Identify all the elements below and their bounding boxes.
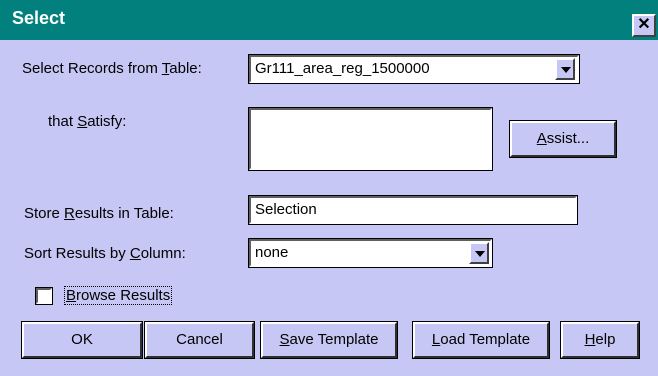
load-template-button[interactable]: Load Template bbox=[412, 321, 550, 359]
expression-input[interactable] bbox=[248, 107, 493, 171]
dialog-title: Select bbox=[12, 8, 66, 28]
cancel-button[interactable]: Cancel bbox=[144, 321, 255, 359]
sort-dropdown-button[interactable] bbox=[469, 242, 489, 264]
select-dialog: Select ✕ Select Records from Table: Gr11… bbox=[0, 0, 658, 376]
ok-button[interactable]: OK bbox=[21, 321, 143, 359]
save-template-button[interactable]: Save Template bbox=[260, 321, 398, 359]
store-results-value: Selection bbox=[255, 201, 317, 218]
help-button[interactable]: Help bbox=[560, 321, 640, 359]
assist-button[interactable]: Assist... bbox=[509, 120, 617, 158]
close-button[interactable]: ✕ bbox=[632, 14, 656, 37]
sort-column-select[interactable]: none bbox=[248, 238, 493, 268]
table-select-value: Gr111_area_reg_1500000 bbox=[255, 60, 430, 77]
browse-results-label[interactable]: Browse Results bbox=[64, 286, 173, 305]
sort-results-label: Sort Results by Column: bbox=[24, 245, 186, 262]
table-dropdown-button[interactable] bbox=[555, 58, 575, 80]
store-results-label: Store Results in Table: bbox=[24, 205, 174, 222]
select-records-label: Select Records from Table: bbox=[22, 60, 202, 77]
title-bar[interactable]: Select ✕ bbox=[0, 0, 658, 40]
close-icon: ✕ bbox=[637, 16, 651, 33]
satisfy-label: that Satisfy: bbox=[48, 113, 127, 130]
sort-column-value: none bbox=[255, 244, 289, 261]
store-results-input[interactable]: Selection bbox=[248, 195, 578, 225]
table-select[interactable]: Gr111_area_reg_1500000 bbox=[248, 54, 580, 84]
browse-results-checkbox[interactable] bbox=[35, 287, 53, 305]
